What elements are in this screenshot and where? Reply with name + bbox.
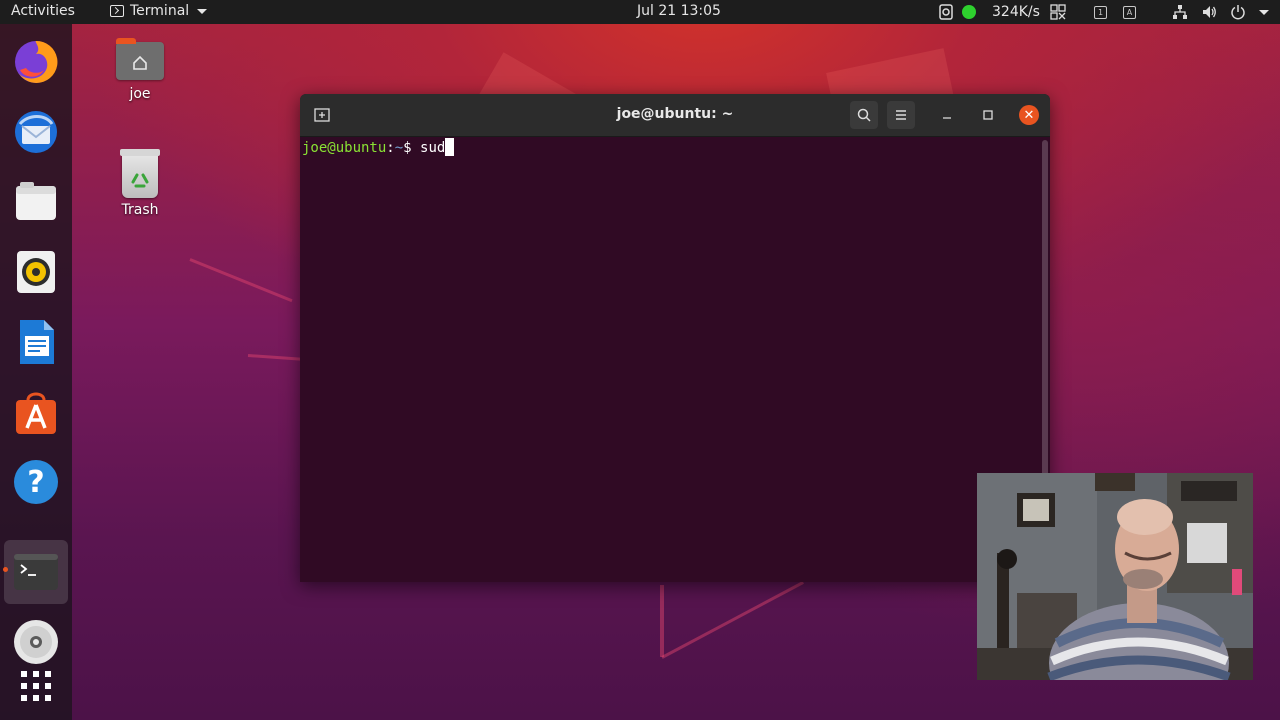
software-center-icon (16, 392, 56, 434)
webcam-overlay (977, 473, 1253, 680)
trash-icon (120, 149, 160, 198)
svg-text:?: ? (27, 465, 44, 500)
terminal-window[interactable]: joe@ubuntu: ~ ✕ joe@ubuntu:~$ sud (300, 94, 1050, 582)
dock-thunderbird[interactable] (12, 108, 60, 156)
webcam-person-image (977, 473, 1253, 680)
system-menu-chevron[interactable] (1257, 0, 1269, 24)
terminal-content[interactable]: joe@ubuntu:~$ sud (302, 138, 455, 156)
dock-software[interactable] (12, 388, 60, 436)
volume-icon (1203, 6, 1216, 18)
show-apps-icon (21, 671, 51, 701)
activities-button[interactable]: Activities (11, 3, 75, 19)
desktop-icon-label: Trash (121, 202, 159, 218)
workspace-indicator[interactable]: 1 (1094, 0, 1107, 24)
input-method-icon: A (1123, 5, 1136, 19)
hamburger-icon (896, 110, 906, 120)
net-speed-text: 324K/s (992, 4, 1040, 20)
menu-button[interactable] (887, 101, 915, 129)
prompt-user: joe@ubuntu (302, 140, 387, 156)
help-icon: ? (14, 460, 58, 504)
clock[interactable]: Jul 21 13:05 (637, 3, 721, 19)
terminal-titlebar[interactable]: joe@ubuntu: ~ ✕ (300, 94, 1050, 137)
workspace-grid-indicator[interactable] (1050, 0, 1066, 24)
close-icon: ✕ (1019, 105, 1039, 125)
dock: ? (0, 24, 72, 720)
prompt-path: ~ (394, 140, 404, 156)
home-folder-icon (116, 38, 164, 80)
workspace-number-icon: 1 (1094, 5, 1107, 19)
minimize-icon (943, 117, 951, 119)
wallpaper-streak (661, 581, 804, 659)
wallpaper-streak (189, 258, 293, 303)
rhythmbox-icon (17, 251, 55, 293)
dock-terminal[interactable] (12, 548, 60, 596)
house-icon (133, 55, 147, 70)
files-icon (16, 182, 56, 220)
search-button[interactable] (850, 101, 878, 129)
dock-files[interactable] (12, 178, 60, 226)
close-button[interactable]: ✕ (1015, 101, 1043, 129)
screen-record-indicator[interactable] (938, 0, 954, 24)
terminal-icon (14, 554, 58, 590)
minimize-button[interactable] (933, 101, 961, 129)
firefox-icon (15, 40, 58, 83)
top-bar: Activities Terminal Jul 21 13:05 324K/s … (0, 0, 1280, 24)
maximize-icon (983, 110, 993, 120)
prompt-symbol: $ (403, 140, 421, 156)
status-indicator[interactable] (962, 0, 976, 24)
network-menu[interactable] (1172, 0, 1188, 24)
grid-icon (1050, 4, 1066, 20)
libreoffice-writer-icon (20, 320, 54, 364)
text-cursor (445, 138, 455, 156)
wallpaper-streak (247, 354, 304, 361)
dvd-icon (14, 620, 58, 664)
dock-dvd[interactable] (12, 618, 60, 666)
thunderbird-icon (15, 111, 57, 153)
prompt-separator: : (386, 140, 395, 156)
search-icon (857, 108, 871, 122)
desktop-icon-label: joe (129, 86, 151, 102)
desktop-icon-trash[interactable]: Trash (100, 149, 180, 218)
dock-show-apps[interactable] (12, 662, 60, 710)
running-indicator (3, 567, 8, 572)
dock-libreoffice-writer[interactable] (12, 318, 60, 366)
record-icon (939, 4, 953, 20)
status-dot-icon (962, 5, 976, 19)
chevron-down-icon (1259, 9, 1269, 15)
volume-menu[interactable] (1201, 0, 1217, 24)
app-menu-label: Terminal (130, 3, 190, 19)
net-speed-indicator[interactable]: 324K/s (992, 0, 1040, 24)
maximize-button[interactable] (974, 101, 1002, 129)
input-method-indicator[interactable]: A (1123, 0, 1136, 24)
dock-firefox[interactable] (12, 38, 60, 86)
desktop-icon-home[interactable]: joe (100, 38, 180, 102)
power-menu[interactable] (1230, 0, 1246, 24)
dock-rhythmbox[interactable] (12, 248, 60, 296)
command-input[interactable]: sud (420, 140, 445, 156)
recycle-icon (131, 173, 149, 188)
dock-help[interactable]: ? (12, 458, 60, 506)
terminal-icon (110, 5, 124, 17)
chevron-down-icon (197, 8, 208, 14)
network-icon (1173, 5, 1187, 19)
power-icon (1231, 5, 1245, 20)
wallpaper-streak (660, 585, 664, 657)
app-menu[interactable]: Terminal (110, 3, 208, 19)
